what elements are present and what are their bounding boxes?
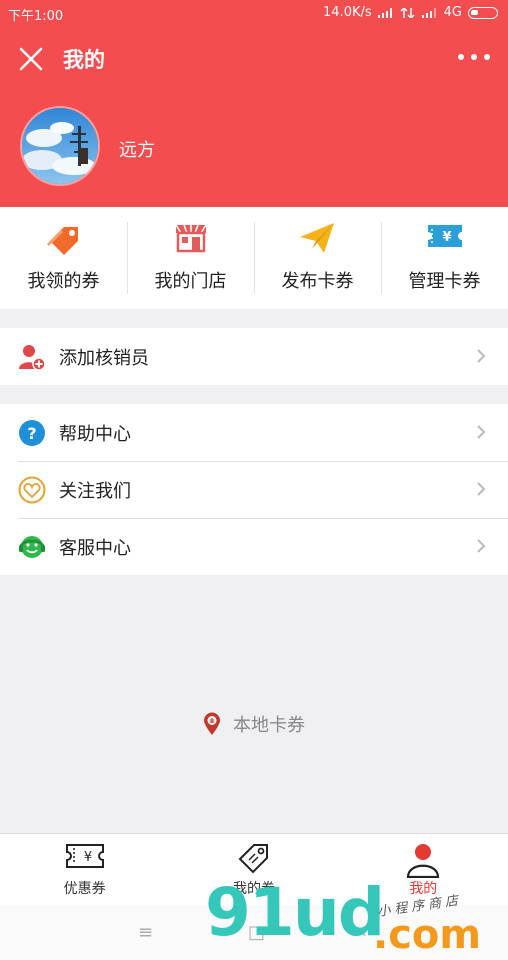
- support-group: ? 帮助中心 关注我们 客服中心: [0, 404, 508, 575]
- help-center-label: 帮助中心: [59, 424, 131, 445]
- chevron-right-icon: [477, 482, 486, 496]
- manage-coupon-button[interactable]: ¥ 管理卡券: [381, 207, 508, 309]
- more-dot-icon: [471, 54, 477, 60]
- network-speed: 14.0K/s: [323, 5, 372, 20]
- follow-us-row[interactable]: 关注我们: [0, 461, 508, 518]
- tab-me[interactable]: 我的: [339, 834, 508, 906]
- top-bar: 我的: [0, 30, 508, 86]
- tab-my-coupons[interactable]: 我的券: [169, 834, 338, 906]
- my-store-label: 我的门店: [154, 271, 227, 292]
- coupon-icon: ¥: [65, 844, 104, 868]
- customer-service-icon: [19, 536, 45, 558]
- my-coupons-label: 我领的券: [27, 271, 100, 292]
- status-time: 下午1:00: [8, 9, 64, 24]
- more-dot-icon: [458, 54, 464, 60]
- avatar-image: [22, 108, 98, 184]
- add-user-icon: [19, 345, 46, 371]
- more-dot-icon: [484, 54, 490, 60]
- manage-coupon-label: 管理卡券: [408, 271, 481, 292]
- system-navigation-bar: ≡ □ ‹: [0, 905, 508, 960]
- menu-nav-icon[interactable]: ≡: [138, 922, 153, 943]
- my-store-button[interactable]: 我的门店: [127, 207, 254, 309]
- help-icon: ?: [19, 420, 45, 446]
- add-verifier-label: 添加核销员: [59, 348, 149, 369]
- heart-icon: [18, 476, 46, 504]
- my-coupons-button[interactable]: 我领的券: [0, 207, 127, 309]
- tab-coupons[interactable]: ¥ 优惠券: [0, 834, 169, 906]
- location-pin-icon: [204, 712, 220, 735]
- username: 远方: [119, 140, 155, 161]
- bottom-tab-bar: ¥ 优惠券 我的券 我的: [0, 833, 508, 906]
- close-icon[interactable]: [18, 46, 44, 72]
- svg-text:¥: ¥: [442, 230, 451, 245]
- tab-my-coupons-label: 我的券: [232, 881, 275, 897]
- customer-service-label: 客服中心: [59, 538, 131, 559]
- coupon-tag-icon: [46, 227, 78, 255]
- publish-coupon-button[interactable]: 发布卡券: [254, 207, 381, 309]
- publish-coupon-label: 发布卡券: [281, 271, 354, 292]
- battery-icon: [468, 6, 498, 19]
- status-indicators: 14.0K/s 4G: [323, 5, 498, 20]
- brand-name: 本地卡券: [233, 715, 305, 736]
- add-verifier-row[interactable]: 添加核销员: [0, 328, 508, 385]
- paper-plane-icon: [299, 223, 334, 253]
- tag-icon: [238, 844, 268, 874]
- follow-us-label: 关注我们: [59, 481, 131, 502]
- signal-icon-2: [421, 7, 436, 18]
- customer-service-row[interactable]: 客服中心: [0, 518, 508, 575]
- back-nav-icon[interactable]: ‹: [360, 922, 367, 943]
- svg-text:?: ?: [27, 424, 36, 443]
- chevron-right-icon: [477, 349, 486, 363]
- help-center-row[interactable]: ? 帮助中心: [0, 404, 508, 461]
- network-type: 4G: [443, 5, 462, 20]
- page-title: 我的: [63, 48, 105, 72]
- chevron-right-icon: [477, 425, 486, 439]
- data-transfer-icon: [400, 7, 415, 18]
- avatar[interactable]: [20, 106, 100, 186]
- more-menu-button[interactable]: [458, 47, 490, 67]
- status-bar: 下午1:00 14.0K/s 4G: [0, 0, 508, 26]
- signal-icon: [377, 7, 392, 18]
- home-nav-icon[interactable]: □: [248, 922, 265, 943]
- brand-footer: 本地卡券: [0, 709, 508, 739]
- chevron-right-icon: [477, 539, 486, 553]
- verifier-group: 添加核销员: [0, 328, 508, 385]
- quick-actions: 我领的券 我的门店 发布卡券 ¥ 管理卡券: [0, 207, 508, 309]
- svg-text:¥: ¥: [84, 850, 92, 865]
- yuan-ticket-icon: ¥: [427, 225, 462, 247]
- tab-me-label: 我的: [409, 881, 438, 897]
- store-icon: [174, 224, 207, 253]
- tab-coupons-label: 优惠券: [63, 881, 106, 897]
- user-icon: [407, 844, 440, 878]
